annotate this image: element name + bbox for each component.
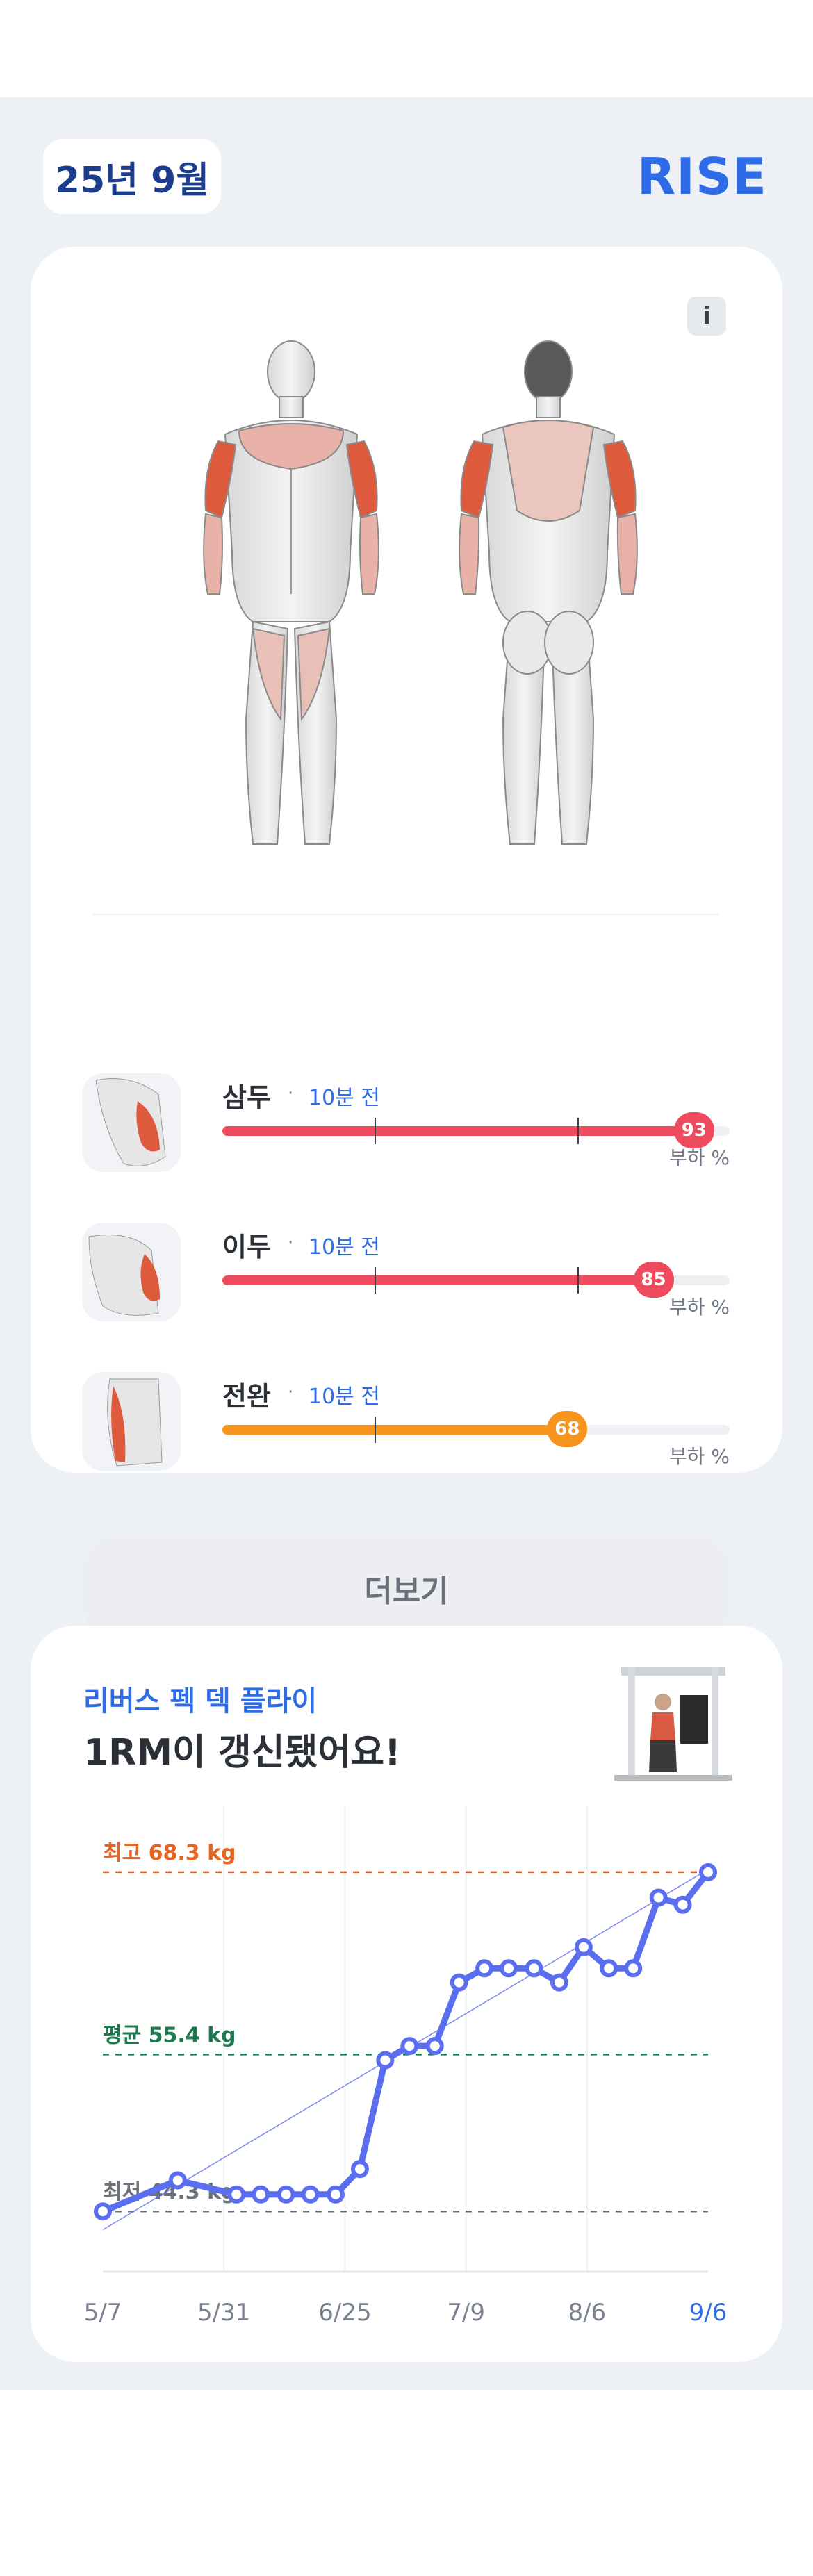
- load-value-badge: 68: [547, 1411, 588, 1447]
- data-point: [376, 2051, 395, 2070]
- data-point: [475, 1959, 494, 1978]
- data-point: [227, 2185, 246, 2204]
- muscle-name: 삼두: [222, 1082, 271, 1113]
- data-point: [400, 2037, 419, 2056]
- bar-tick: [577, 1267, 579, 1294]
- muscle-name: 전완: [222, 1381, 271, 1412]
- month-label: 25년 9월: [54, 159, 210, 201]
- data-point: [168, 2171, 187, 2190]
- data-point: [301, 2185, 320, 2204]
- separator-dot: ·: [288, 1232, 294, 1253]
- load-value-badge: 85: [633, 1262, 674, 1298]
- load-bar-track: 93: [222, 1112, 730, 1148]
- data-point: [699, 1863, 717, 1881]
- biceps-thumbnail: [82, 1223, 181, 1321]
- x-tick-label: 8/6: [568, 2299, 606, 2327]
- load-bar-fill: [222, 1425, 568, 1435]
- muscle-row-biceps[interactable]: 이두 · 10분 전 85 부하 %: [82, 1223, 742, 1327]
- x-tick-label: 5/7: [84, 2299, 122, 2327]
- load-percent-label: 부하 %: [668, 1146, 730, 1169]
- month-selector[interactable]: 25년 9월: [43, 139, 221, 214]
- load-bar-track: 85: [222, 1262, 730, 1298]
- forearm-thumbnail: [82, 1372, 181, 1471]
- data-point: [624, 1959, 643, 1978]
- muscle-time: 10분 전: [309, 1385, 380, 1409]
- bar-tick: [375, 1267, 376, 1294]
- data-point: [550, 1973, 568, 1992]
- reference-label: 평균 55.4 kg: [103, 2023, 236, 2047]
- data-point: [277, 2185, 295, 2204]
- one-rm-line-chart: 최고 68.3 kg평균 55.4 kg최저 44.3 kg5/7 5/31 6/2…: [84, 1806, 728, 2327]
- load-bar-track: 68: [222, 1411, 730, 1447]
- x-tick-label: 6/25: [318, 2299, 371, 2327]
- separator-dot: ·: [288, 1083, 294, 1104]
- data-point: [500, 1959, 518, 1978]
- muscle-time: 10분 전: [309, 1235, 380, 1260]
- progress-card: 리버스 펙 덱 플라이 1RM이 갱신됐어요! 최고 68.3 kg 평균 55.…: [31, 1626, 782, 2362]
- muscle-name: 이두: [222, 1232, 271, 1262]
- x-tick-label: 7/9: [447, 2299, 485, 2327]
- muscle-load-card: i 삼두 · 10분 전 93 부하 % 이두 · 10분 전 85 부하 % …: [31, 247, 782, 1641]
- section-divider: [93, 914, 718, 915]
- data-point: [94, 2202, 112, 2221]
- muscle-time: 10분 전: [309, 1086, 380, 1110]
- muscle-row-triceps[interactable]: 삼두 · 10분 전 93 부하 %: [82, 1073, 742, 1178]
- data-point: [525, 1959, 543, 1978]
- data-point: [574, 1938, 593, 1956]
- muscle-row-forearm[interactable]: 전완 · 10분 전 68 부하 %: [82, 1372, 742, 1476]
- load-bar-fill: [222, 1126, 694, 1136]
- data-point: [350, 2160, 369, 2179]
- triceps-thumbnail: [82, 1073, 181, 1172]
- body-anatomy-illustration: [203, 340, 638, 845]
- data-point: [252, 2185, 270, 2204]
- x-tick-label: 9/6: [689, 2299, 728, 2327]
- data-point: [600, 1959, 618, 1978]
- bar-tick: [577, 1118, 579, 1144]
- data-point: [649, 1888, 668, 1907]
- data-point: [425, 2037, 444, 2056]
- load-bar-fill: [222, 1275, 654, 1285]
- info-icon: i: [703, 302, 711, 330]
- brand-logo: RISE: [637, 147, 767, 206]
- bar-tick: [375, 1417, 376, 1443]
- reference-label: 최고 68.3 kg: [103, 1841, 236, 1865]
- page-panel: 25년 9월 RISE i 삼두 · 10분 전 93 부하 % 이두 · 10…: [0, 97, 813, 2390]
- data-point: [450, 1973, 468, 1992]
- separator-dot: ·: [288, 1382, 294, 1403]
- data-point: [327, 2185, 345, 2204]
- load-percent-label: 부하 %: [668, 1296, 730, 1319]
- load-percent-label: 부하 %: [668, 1445, 730, 1468]
- bar-tick: [375, 1118, 376, 1144]
- back-figure: [459, 340, 638, 845]
- front-figure: [203, 340, 379, 845]
- data-point: [673, 1895, 692, 1914]
- x-tick-label: 5/31: [197, 2299, 250, 2327]
